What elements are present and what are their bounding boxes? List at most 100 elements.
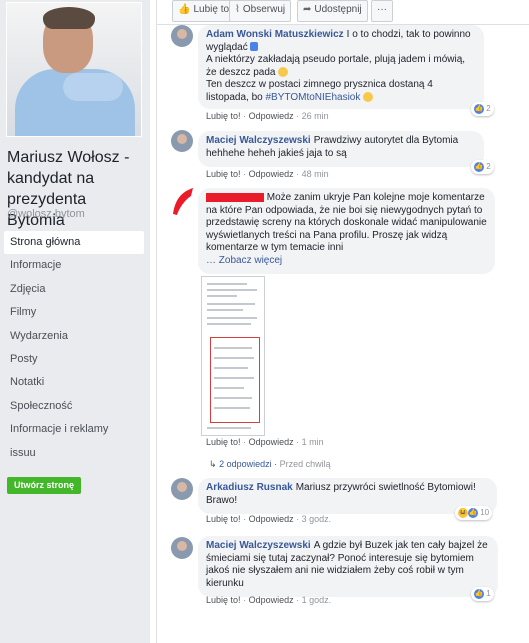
comment-reply-link[interactable]: Odpowiedz: [249, 514, 294, 524]
comment-time[interactable]: 3 godz.: [302, 514, 332, 524]
like-page-button[interactable]: 👍 Lubię to!: [172, 0, 238, 22]
attached-screenshot[interactable]: [201, 276, 265, 436]
view-replies[interactable]: ↳ 2 odpowiedzi · Przed chwilą: [209, 459, 331, 470]
see-more-link[interactable]: … Zobacz więcej: [206, 255, 282, 266]
comment-time[interactable]: 48 min: [302, 169, 329, 179]
screenshot-line: [214, 407, 250, 409]
comment-author[interactable]: Arkadiusz Rusnak: [206, 482, 293, 493]
screenshot-line: [214, 357, 254, 359]
separator: ·: [243, 514, 247, 524]
page-handle[interactable]: @wolosz.bytom: [7, 208, 85, 220]
comment-time[interactable]: 1 godz.: [302, 595, 332, 605]
reaction-count[interactable]: 😆👍 10: [455, 506, 493, 520]
reaction-count[interactable]: 👍 2: [471, 102, 494, 116]
comment-bubble: Adam Wonski Matuszkiewicz I o to chodzi, …: [198, 25, 484, 109]
share-label: Udostępnij: [314, 4, 362, 15]
like-page-label: Lubię to!: [193, 4, 232, 15]
follow-label: Obserwuj: [242, 4, 286, 15]
more-button[interactable]: ···: [371, 0, 393, 22]
separator: ·: [243, 595, 247, 605]
avatar[interactable]: [171, 478, 193, 500]
share-button[interactable]: ➦ Udostępnij: [297, 0, 368, 22]
comment-reply-link[interactable]: Odpowiedz: [249, 111, 294, 121]
profile-picture[interactable]: [6, 2, 142, 137]
reaction-number: 10: [480, 508, 490, 517]
comment-like-link[interactable]: Lubię to!: [206, 595, 241, 605]
separator: ·: [243, 169, 247, 179]
profile-hair: [43, 7, 95, 29]
comment-reply-link[interactable]: Odpowiedz: [249, 169, 294, 179]
screenshot-line: [214, 367, 248, 369]
comment-actions: Lubię to! · Odpowiedz · 3 godz.: [206, 514, 331, 524]
like-reaction-icon: 👍: [474, 103, 484, 114]
redacted-author: [206, 192, 264, 202]
replies-count[interactable]: 2 odpowiedzi: [219, 459, 272, 469]
comment-author[interactable]: Adam Wonski Matuszkiewicz: [206, 29, 344, 40]
avatar[interactable]: [171, 25, 193, 47]
comment-text-line-2: A niektórzy zakładają pseudo portale, pl…: [206, 54, 466, 78]
reaction-number: 2: [486, 162, 491, 171]
screenshot-line: [207, 295, 237, 297]
comment-like-link[interactable]: Lubię to!: [206, 514, 241, 524]
avatar[interactable]: [171, 130, 193, 152]
screenshot-line: [214, 377, 254, 379]
nav-item-info-ads[interactable]: Informacje i reklamy: [4, 418, 144, 441]
screenshot-line: [207, 283, 247, 285]
like-reaction-icon: 👍: [474, 588, 484, 599]
nav-item-home[interactable]: Strona główna: [4, 231, 144, 255]
thumbs-up-icon: 👍: [178, 4, 191, 15]
nav-item-photos[interactable]: Zdjęcia: [4, 278, 144, 301]
hashtag-link[interactable]: #BYTOMtoNIEhasiok: [266, 92, 361, 103]
avatar[interactable]: [171, 537, 193, 559]
comment-reply-link[interactable]: Odpowiedz: [249, 437, 294, 447]
screenshot-line: [207, 303, 255, 305]
nav-item-community[interactable]: Społeczność: [4, 395, 144, 418]
nav-item-posts[interactable]: Posty: [4, 348, 144, 371]
separator: ·: [296, 111, 300, 121]
screenshot-line: [207, 317, 257, 319]
screenshot-line: [207, 323, 251, 325]
nav-item-about[interactable]: Informacje: [4, 254, 144, 277]
comment-author[interactable]: Maciej Walczyszewski: [206, 135, 311, 146]
redaction-scribble: [173, 188, 193, 215]
like-reaction-icon: 👍: [474, 161, 484, 172]
separator: ·: [296, 437, 300, 447]
comment-time[interactable]: 1 min: [302, 437, 324, 447]
screenshot-line: [214, 397, 252, 399]
comment-time[interactable]: 26 min: [302, 111, 329, 121]
screenshot-line: [207, 427, 251, 429]
left-column: Mariusz Wołosz - kandydat na prezydenta …: [0, 0, 150, 643]
comment-reply-link[interactable]: Odpowiedz: [249, 595, 294, 605]
separator: ·: [243, 437, 247, 447]
separator: ·: [296, 514, 300, 524]
create-page-button[interactable]: Utwórz stronę: [7, 477, 81, 494]
separator: ·: [296, 169, 300, 179]
comment-actions: Lubię to! · Odpowiedz · 1 godz.: [206, 595, 331, 605]
haha-reaction-icon: 😆: [458, 507, 468, 518]
profile-arm: [63, 73, 123, 101]
screenshot-highlight-box: [210, 337, 260, 423]
nav-item-issuu[interactable]: issuu: [4, 442, 144, 465]
page-toolbar: 👍 Lubię to! ⌇ Obserwuj ➦ Udostępnij ···: [157, 0, 529, 25]
screenshot-line: [207, 309, 243, 311]
reaction-count[interactable]: 👍 2: [471, 160, 494, 174]
comment-like-link[interactable]: Lubię to!: [206, 169, 241, 179]
nav-item-notes[interactable]: Notatki: [4, 371, 144, 394]
replies-time: Przed chwilą: [279, 459, 331, 469]
separator: ·: [243, 111, 247, 121]
screenshot-line: [214, 347, 252, 349]
comment-author[interactable]: Maciej Walczyszewski: [206, 540, 311, 551]
comment-actions: Lubię to! · Odpowiedz · 48 min: [206, 169, 329, 179]
screenshot-line: [207, 289, 257, 291]
reaction-number: 2: [486, 104, 491, 113]
page-nav: Strona główna Informacje Zdjęcia Filmy W…: [4, 231, 144, 465]
comment-actions: Lubię to! · Odpowiedz · 26 min: [206, 111, 329, 121]
comment-like-link[interactable]: Lubię to!: [206, 111, 241, 121]
follow-button[interactable]: ⌇ Obserwuj: [229, 0, 292, 22]
more-label: ···: [377, 4, 387, 15]
comment-like-link[interactable]: Lubię to!: [206, 437, 241, 447]
nav-item-videos[interactable]: Filmy: [4, 301, 144, 324]
nav-item-events[interactable]: Wydarzenia: [4, 325, 144, 348]
reaction-count[interactable]: 👍 1: [471, 587, 494, 601]
comments-feed: Adam Wonski Matuszkiewicz I o to chodzi, …: [157, 25, 527, 625]
